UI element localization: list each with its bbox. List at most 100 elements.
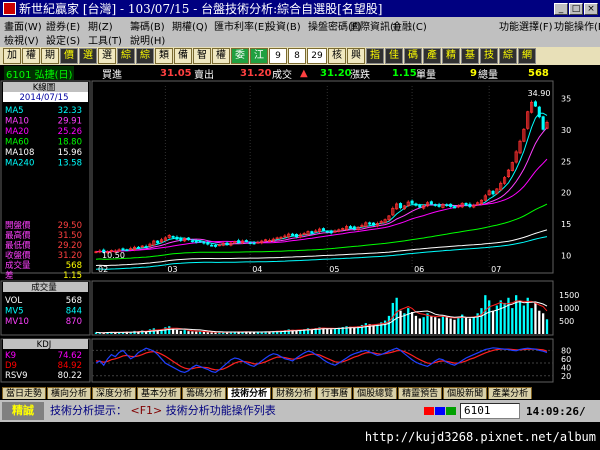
- candle-body: [321, 228, 325, 231]
- tab-7[interactable]: 行事曆: [317, 387, 353, 399]
- menu-item-row2-3[interactable]: 說明(H): [126, 32, 168, 47]
- minimize-button[interactable]: _: [554, 2, 568, 15]
- toolbar-button-12[interactable]: 委: [231, 48, 249, 64]
- toolbar-button-2[interactable]: 期: [41, 48, 59, 64]
- candle-body: [414, 203, 418, 206]
- toolbar-button-11[interactable]: 權: [212, 48, 230, 64]
- toolbar-button-20[interactable]: 佳: [385, 48, 403, 64]
- menu-item-row2-2[interactable]: 工具(T): [84, 32, 126, 47]
- vol-1-label: MV5: [5, 307, 24, 317]
- toolbar-button-5[interactable]: 選: [98, 48, 116, 64]
- toolbar-button-24[interactable]: 基: [461, 48, 479, 64]
- menu-item-right-0[interactable]: 功能選擇(F): [495, 18, 553, 33]
- volume-axis-label: 1000: [559, 304, 579, 313]
- menu-item-row2-0[interactable]: 檢視(V): [0, 32, 42, 47]
- menu-item-6[interactable]: 投資(B): [262, 18, 304, 33]
- change-value: 1.15: [392, 67, 417, 79]
- technical-chart[interactable]: 353025201510150010005008060402002 03 04 05 0…: [0, 80, 600, 385]
- toolbar-button-19[interactable]: 指: [366, 48, 384, 64]
- toolbar-button-8[interactable]: 類: [155, 48, 173, 64]
- sell-label: 賣出: [194, 69, 214, 81]
- toolbar-button-1[interactable]: 權: [22, 48, 40, 64]
- toolbar-button-9[interactable]: 備: [174, 48, 192, 64]
- menu-item-4[interactable]: 期權(Q): [168, 18, 210, 33]
- candle-body: [325, 230, 329, 233]
- candle-body: [329, 231, 333, 234]
- toolbar-button-6[interactable]: 綜: [117, 48, 135, 64]
- tab-10[interactable]: 個股新聞: [443, 387, 488, 399]
- toolbar-button-25[interactable]: 技: [480, 48, 498, 64]
- tab-6[interactable]: 財務分析: [272, 387, 317, 399]
- menu-item-8[interactable]: 國際資訊(I): [346, 18, 401, 33]
- toolbar-button-27[interactable]: 網: [518, 48, 536, 64]
- tab-8[interactable]: 個股總覽: [353, 387, 398, 399]
- menu-item-row2-1[interactable]: 設定(S): [42, 32, 84, 47]
- menu-item-5[interactable]: 匯市利率(E): [210, 18, 268, 33]
- toolbar-button-4[interactable]: 選: [79, 48, 97, 64]
- tab-9[interactable]: 精靈預告: [398, 387, 443, 399]
- candle-body: [452, 206, 457, 209]
- price-row-2-label: 最低價: [5, 240, 31, 251]
- toolbar-button-26[interactable]: 綜: [499, 48, 517, 64]
- vol-title: 成交量: [31, 282, 57, 293]
- candle-body: [171, 235, 175, 238]
- candle-body: [202, 241, 206, 244]
- buy-label: 買進: [102, 69, 122, 81]
- stock-code-input[interactable]: 6101: [460, 403, 520, 419]
- tab-4[interactable]: 籌碼分析: [182, 387, 227, 399]
- kdj-title: KDJ: [37, 340, 52, 350]
- menu-item-0[interactable]: 畫面(W): [0, 18, 42, 33]
- toolbar: 加權期價選選綜綜類備智權委江 9 8 29 核興指佳碼產精基技綜網: [0, 47, 600, 65]
- price-axis-label: 35: [561, 95, 571, 104]
- menu-item-7[interactable]: 操盤密碼(F): [304, 18, 362, 33]
- tab-2[interactable]: 深度分析: [92, 387, 137, 399]
- deal-price: 31.20: [320, 67, 352, 79]
- menu-item-1[interactable]: 證券(E): [42, 18, 84, 33]
- menu-item-3[interactable]: 籌碼(B): [126, 18, 168, 33]
- analysis-tabs: 當日走勢 橫向分析 深度分析 基本分析 籌碼分析 技術分析 財務分析 行事曆 個股總覽 精靈預告個…: [0, 385, 600, 399]
- clock: 14:09:26/: [526, 404, 586, 418]
- price-row-5-label: 差: [5, 270, 14, 281]
- toolbar-button-10[interactable]: 智: [193, 48, 211, 64]
- toolbar-button-17[interactable]: 核: [328, 48, 346, 64]
- toolbar-button-21[interactable]: 碼: [404, 48, 422, 64]
- volume-bar: [353, 327, 356, 334]
- toolbar-button-3[interactable]: 價: [60, 48, 78, 64]
- maximize-button[interactable]: □: [569, 2, 583, 15]
- tab-3[interactable]: 基本分析: [137, 387, 182, 399]
- month-label: 02: [98, 265, 108, 274]
- volume-bar: [175, 329, 179, 334]
- menu-item-2[interactable]: 期(Z): [84, 18, 126, 33]
- toolbar-button-0[interactable]: 加: [3, 48, 21, 64]
- signal-leds: [424, 407, 456, 415]
- volume-bar: [449, 318, 452, 334]
- menu-item-right-1[interactable]: 功能操作(F): [550, 18, 600, 33]
- toolbar-button-18[interactable]: 興: [347, 48, 365, 64]
- tab-0[interactable]: 當日走勢: [2, 387, 47, 399]
- toolbar-button-7[interactable]: 綜: [136, 48, 154, 64]
- volume-bar: [168, 326, 171, 334]
- volume-bar: [364, 323, 367, 334]
- toolbar-button-23[interactable]: 精: [442, 48, 460, 64]
- toolbar-button-16[interactable]: 29: [307, 48, 327, 64]
- toolbar-button-14[interactable]: 9: [269, 48, 287, 64]
- ma-2-label: MA20: [5, 127, 29, 137]
- toolbar-button-13[interactable]: 江: [250, 48, 268, 64]
- tab-5[interactable]: 技術分析: [227, 387, 272, 399]
- price-row-3-label: 收盤價: [5, 250, 31, 261]
- candle-body: [433, 204, 437, 206]
- toolbar-button-15[interactable]: 8: [288, 48, 306, 64]
- candle-body: [179, 237, 183, 241]
- month-label: 04: [252, 265, 262, 274]
- tab-11[interactable]: 產業分析: [488, 387, 533, 399]
- hint-label: 技術分析提示：: [50, 404, 127, 417]
- candle-body: [310, 231, 314, 234]
- menu-item-9[interactable]: 金融(C): [388, 18, 430, 33]
- stock-code-name[interactable]: 6101 弘捷(日): [4, 65, 75, 81]
- toolbar-button-22[interactable]: 產: [423, 48, 441, 64]
- tab-1[interactable]: 橫向分析: [47, 387, 92, 399]
- close-button[interactable]: ×: [584, 2, 598, 15]
- kline-title: K線圖: [33, 82, 56, 93]
- kdj-2-value: 80.22: [58, 371, 82, 381]
- volume-bar: [499, 300, 502, 334]
